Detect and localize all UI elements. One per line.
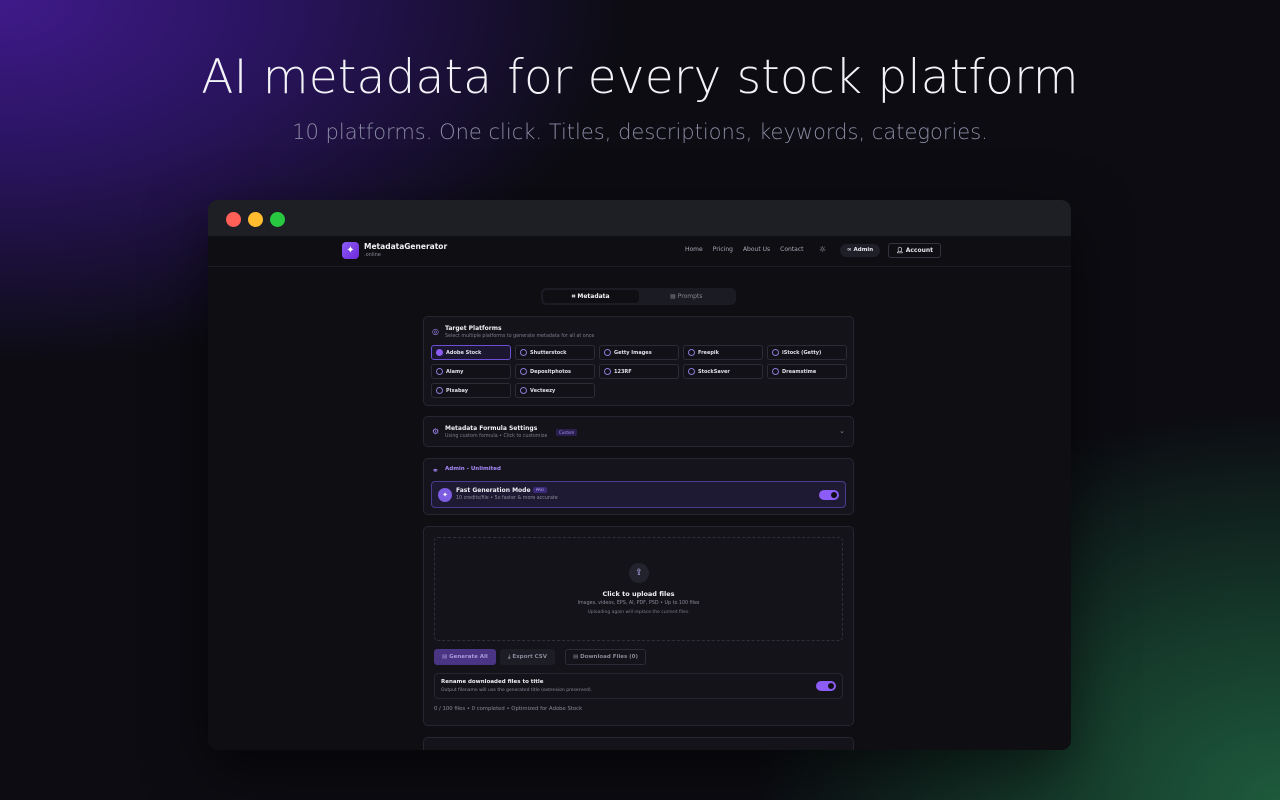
rename-description: Output filename will use the generated t…: [441, 688, 593, 693]
platform-label: Pixabay: [446, 387, 469, 394]
nav-link-about[interactable]: About Us: [743, 246, 770, 253]
platforms-title: Target Platforms: [445, 325, 502, 332]
generate-all-button[interactable]: ▤ Generate All: [434, 649, 496, 665]
radio-icon: [520, 349, 527, 356]
app-content: ✦ MetadataGenerator .online Home Pricing…: [208, 236, 1071, 750]
link-icon: ⚭: [432, 466, 439, 475]
platforms-description: Select multiple platforms to generate me…: [445, 334, 595, 339]
window-titlebar: [208, 200, 1071, 236]
radio-icon: [772, 368, 779, 375]
mode-tabs: ⌗ Metadata ▤ Prompts: [541, 288, 736, 305]
platform-label: StockSaver: [698, 368, 730, 375]
radio-icon: [688, 349, 695, 356]
custom-badge: Custom: [556, 429, 578, 436]
platform-label: Dreamstime: [782, 368, 817, 375]
account-label: Account: [905, 247, 934, 254]
upload-file-types: Images, videos, EPS, AI, PDF, PSD • Up t…: [577, 601, 700, 606]
tab-metadata[interactable]: ⌗ Metadata: [543, 290, 639, 303]
rename-setting: Rename downloaded files to title Output …: [434, 673, 843, 699]
platform-option[interactable]: Shutterstock: [515, 345, 595, 360]
globe-icon: ◎: [432, 327, 439, 336]
platform-label: Adobe Stock: [446, 349, 482, 356]
upload-note: Uploading again will replace the current…: [587, 610, 690, 615]
platform-label: Depositphotos: [530, 368, 572, 375]
rename-toggle[interactable]: [816, 681, 836, 691]
account-button[interactable]: 👤︎ Account: [888, 243, 942, 258]
brand-name[interactable]: MetadataGenerator: [364, 242, 447, 251]
fast-mode-title: Fast Generation Mode: [456, 487, 531, 494]
radio-icon: [604, 368, 611, 375]
upload-icon: ⇪: [629, 563, 649, 583]
platform-option[interactable]: Pixabay: [431, 383, 511, 398]
platform-option[interactable]: Alamy: [431, 364, 511, 379]
platform-label: Getty Images: [614, 349, 652, 356]
platform-label: 123RF: [614, 368, 632, 375]
platform-option[interactable]: Adobe Stock: [431, 345, 511, 360]
upload-card: ⇪ Click to upload files Images, videos, …: [423, 526, 854, 726]
radio-icon: [604, 349, 611, 356]
nav-link-pricing[interactable]: Pricing: [713, 246, 733, 253]
platform-grid: Adobe Stock Shutterstock Getty Images Freep…: [431, 345, 847, 398]
platform-option[interactable]: Vecteezy: [515, 383, 595, 398]
platform-label: Shutterstock: [530, 349, 567, 356]
top-nav: ✦ MetadataGenerator .online Home Pricing…: [208, 236, 1071, 267]
admin-badge[interactable]: ∞ Admin: [840, 244, 881, 257]
radio-icon: [688, 368, 695, 375]
sparkle-icon: ✦: [438, 488, 452, 502]
platform-option[interactable]: Depositphotos: [515, 364, 595, 379]
fast-mode-box: ✦ Fast Generation Mode PRO 10 credits/fi…: [431, 481, 846, 508]
formula-description: Using custom formula • Click to customiz…: [445, 434, 548, 439]
download-files-button[interactable]: ▤ Download Files (0): [565, 649, 646, 665]
platform-option[interactable]: StockSaver: [683, 364, 763, 379]
logo-icon[interactable]: ✦: [342, 242, 359, 259]
next-card: [423, 737, 854, 750]
rename-title: Rename downloaded files to title: [441, 679, 544, 685]
browser-window: ✦ MetadataGenerator .online Home Pricing…: [208, 200, 1071, 750]
hero-subtitle: 10 platforms. One click. Titles, descrip…: [292, 120, 988, 144]
status-text: 0 / 100 files • 0 completed • Optimized …: [434, 706, 583, 712]
close-window-button[interactable]: [226, 212, 241, 227]
maximize-window-button[interactable]: [270, 212, 285, 227]
fast-mode-description: 10 credits/file • 5x faster & more accur…: [456, 496, 558, 501]
radio-icon: [436, 368, 443, 375]
target-platforms-card: ◎ Target Platforms Select multiple platf…: [423, 316, 854, 406]
user-icon: 👤︎: [896, 247, 906, 254]
platform-option[interactable]: 123RF: [599, 364, 679, 379]
platform-label: Vecteezy: [530, 387, 556, 394]
admin-card: ⚭ Admin - Unlimited ✦ Fast Generation Mo…: [423, 458, 854, 515]
platform-option[interactable]: Dreamstime: [767, 364, 847, 379]
radio-icon: [520, 368, 527, 375]
platform-option[interactable]: Getty Images: [599, 345, 679, 360]
formula-title: Metadata Formula Settings: [445, 425, 538, 432]
hero-title: AI metadata for every stock platform: [201, 50, 1079, 105]
nav-link-home[interactable]: Home: [685, 246, 703, 253]
admin-unlimited-label: Admin - Unlimited: [445, 466, 501, 472]
brand-suffix: .online: [364, 252, 381, 258]
radio-icon: [520, 387, 527, 394]
tab-prompts[interactable]: ▤ Prompts: [639, 290, 735, 303]
platform-label: Alamy: [446, 368, 464, 375]
upload-dropzone[interactable]: ⇪ Click to upload files Images, videos, …: [434, 537, 843, 641]
upload-title: Click to upload files: [602, 590, 675, 598]
export-csv-button[interactable]: ⤓ Export CSV: [500, 649, 555, 665]
platform-label: Freepik: [698, 349, 719, 356]
platform-option[interactable]: Freepik: [683, 345, 763, 360]
nav-links: Home Pricing About Us Contact: [685, 246, 803, 253]
formula-settings-card[interactable]: ⚙ Metadata Formula Settings Using custom…: [423, 416, 854, 447]
nav-link-contact[interactable]: Contact: [780, 246, 803, 253]
document-icon: ▤: [670, 293, 678, 300]
minimize-window-button[interactable]: [248, 212, 263, 227]
chevron-down-icon[interactable]: ⌄: [839, 427, 845, 435]
platform-label: iStock (Getty): [782, 349, 822, 356]
theme-toggle-icon[interactable]: ☼: [819, 245, 826, 254]
radio-icon: [772, 349, 779, 356]
platform-option[interactable]: iStock (Getty): [767, 345, 847, 360]
sliders-icon: ⚙: [432, 427, 440, 436]
radio-checked-icon: [436, 349, 443, 356]
radio-icon: [436, 387, 443, 394]
pro-badge: PRO: [533, 487, 547, 493]
fast-mode-toggle[interactable]: [819, 490, 839, 500]
